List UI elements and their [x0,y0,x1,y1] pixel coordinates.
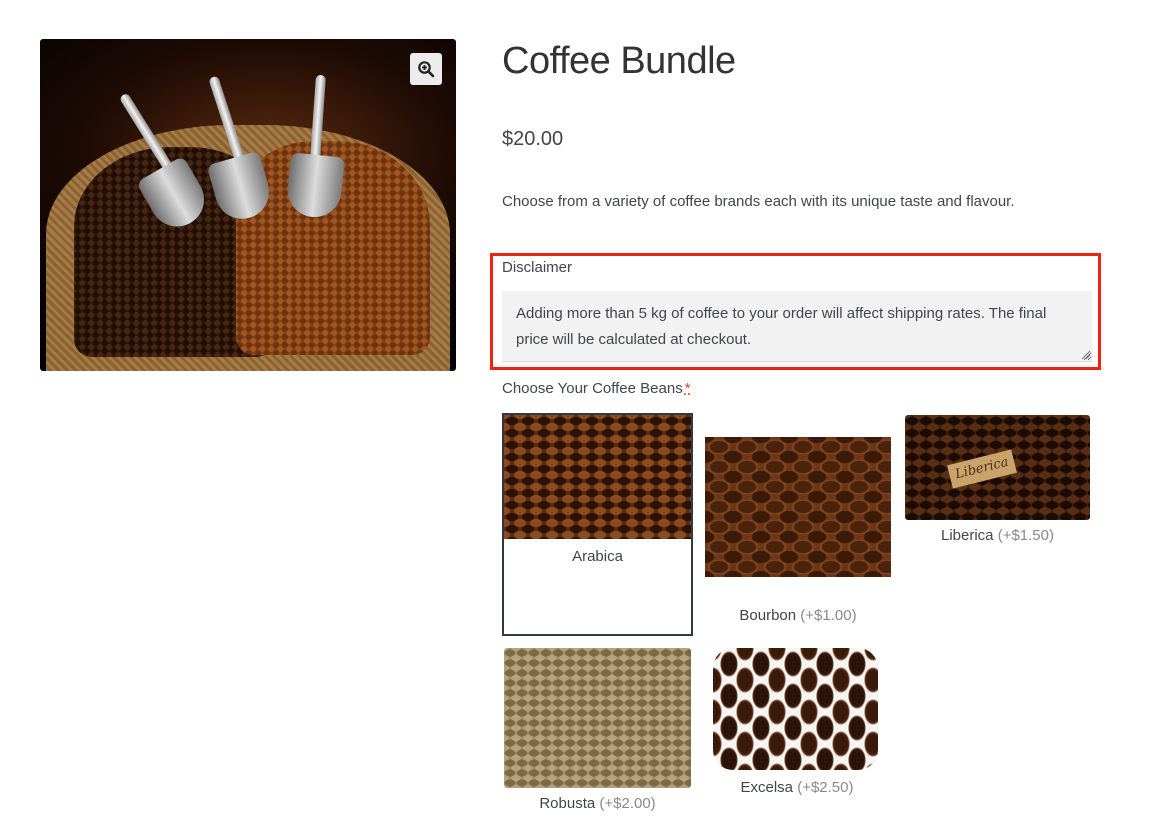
liberica-tag: Liberica [947,449,1017,489]
product-price: $20.00 [502,128,564,150]
excelsa-label: Excelsa (+$2.50) [713,779,881,796]
coffee-beans-label-text: Choose Your Coffee Beans [502,380,683,397]
product-title: Coffee Bundle [502,40,736,82]
arabica-name: Arabica [572,548,623,565]
liberica-label: Liberica (+$1.50) [905,527,1090,544]
liberica-name: Liberica [941,527,994,544]
required-marker: * [684,380,691,397]
arabica-image [504,415,691,539]
bean-option-excelsa[interactable]: Excelsa (+$2.50) [713,648,881,803]
excelsa-image [713,648,878,770]
bean-option-arabica[interactable]: Arabica [502,413,693,636]
bourbon-label: Bourbon (+$1.00) [705,607,891,624]
robusta-image [504,648,691,788]
coffee-beans-label: Choose Your Coffee Beans * [502,380,691,397]
product-description: Choose from a variety of coffee brands e… [502,193,1015,210]
bourbon-name: Bourbon [739,607,797,624]
arabica-label: Arabica [504,548,691,565]
disclaimer-textarea[interactable]: Adding more than 5 kg of coffee to your … [502,291,1092,362]
magnifier-plus-icon [418,61,435,78]
bean-option-liberica[interactable]: Liberica Liberica (+$1.50) [905,415,1090,550]
product-main-image[interactable] [40,39,456,371]
liberica-price: (+$1.50) [997,527,1054,544]
scoop-right-graphic [284,74,346,220]
bean-option-bourbon[interactable]: Bourbon (+$1.00) [705,437,891,632]
excelsa-price: (+$2.50) [797,779,854,796]
image-zoom-button[interactable] [410,53,442,85]
robusta-price: (+$2.00) [599,795,656,812]
bourbon-image [705,437,891,577]
scoop-left-graphic [118,92,214,237]
bean-option-robusta[interactable]: Robusta (+$2.00) [504,648,691,818]
bourbon-price: (+$1.00) [800,607,857,624]
excelsa-name: Excelsa [740,779,794,796]
disclaimer-label: Disclaimer [502,259,573,276]
liberica-image: Liberica [905,415,1090,520]
robusta-name: Robusta [539,795,596,812]
robusta-label: Robusta (+$2.00) [504,795,691,812]
resize-grip-icon[interactable] [1081,350,1091,360]
scoop-middle-graphic [206,75,276,226]
